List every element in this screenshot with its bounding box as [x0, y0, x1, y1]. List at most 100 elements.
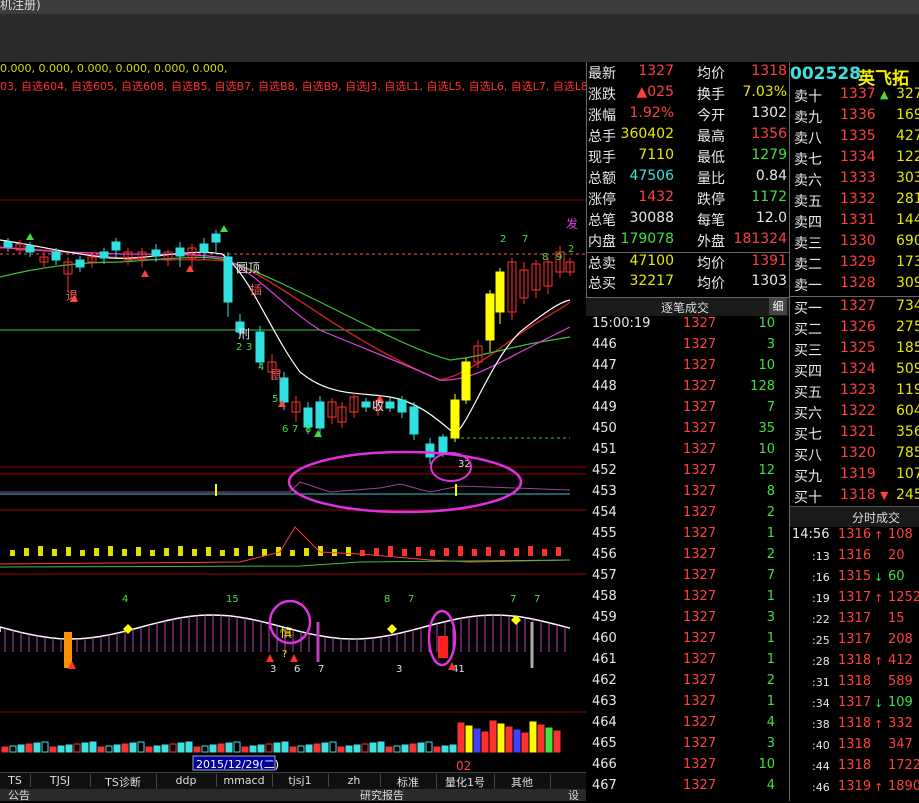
quote-label: 均价 [697, 66, 725, 82]
trade-price: 1327 [683, 778, 717, 793]
annotation-shou: 收 [372, 399, 384, 413]
book-level: 买四 [794, 364, 822, 380]
tab-6[interactable]: zh [328, 774, 381, 787]
book-price: 1334 [840, 149, 876, 165]
macd-bar [150, 550, 155, 556]
volume-bar [169, 743, 177, 753]
kline-chart-panel[interactable]: 0.000, 0.000, 0.000, 0.000, 0.000, 0.000… [0, 62, 586, 772]
tab-2[interactable]: TS诊断 [90, 774, 157, 790]
candle-body [3, 241, 13, 248]
macd-bar [290, 550, 295, 556]
candle-body [315, 401, 325, 429]
trade-row: 459 1327 3 [586, 610, 789, 631]
ma-green-line [0, 256, 571, 361]
macd-bar [206, 547, 211, 556]
trades-list[interactable]: 15:00:19 1327 10 446 1327 3 447 1327 10 448 1327 12… [586, 316, 789, 801]
tab-4[interactable]: mmacd [216, 774, 273, 787]
kline-chart-svg[interactable]: 圆顶插退刑鼠收发慎?2 3456 7 82 78 92324 15 8 7 7 73 6 7 3 41201… [0, 62, 586, 772]
macd-bar [304, 548, 309, 556]
book-price: 1331 [840, 212, 876, 228]
tick-volume: 1722 [888, 758, 919, 773]
trade-price: 1327 [683, 442, 717, 457]
trade-row: 453 1327 8 [586, 484, 789, 505]
tab-5[interactable]: tjsj1 [272, 774, 329, 787]
wave-number-label: 4 [122, 594, 128, 605]
quote-value: 1279 [751, 147, 787, 163]
tab-0[interactable]: TS [0, 774, 31, 787]
book-row: 卖七 1334 122 [790, 149, 919, 170]
trade-time: 466 [592, 757, 617, 772]
volume-bar [377, 741, 385, 753]
tick-time: :44 [812, 760, 830, 773]
volume-bar [113, 744, 121, 753]
tick-time: :31 [812, 676, 830, 689]
detail-button[interactable]: 细 [769, 298, 787, 315]
chart-number-label: 7 [522, 234, 528, 245]
quote-label: 涨停 [588, 192, 616, 208]
candle-body [361, 401, 371, 408]
trade-price: 1327 [683, 694, 717, 709]
book-row: 买九 1319 107 [790, 466, 919, 487]
chart-number-label: 6 [282, 424, 288, 435]
volume-bar [329, 741, 337, 753]
tick-time: :34 [812, 697, 830, 710]
book-quantity: 604 [896, 403, 919, 419]
volume-bar [65, 744, 73, 753]
trade-price: 1327 [683, 610, 717, 625]
candle-body [485, 293, 495, 341]
volume-bar [289, 746, 297, 753]
volume-bar [81, 742, 89, 753]
trade-volume: 1 [766, 589, 775, 604]
trade-volume: 3 [766, 736, 775, 751]
book-level: 卖二 [794, 257, 822, 273]
book-level: 买二 [794, 322, 822, 338]
book-level: 买三 [794, 343, 822, 359]
volume-bar [441, 745, 449, 753]
trade-row: 457 1327 7 [586, 568, 789, 589]
quote-row: 内盘 179078 外盘 181324 [587, 231, 790, 252]
tab-1[interactable]: TJSJ [30, 774, 91, 787]
tick-row: :13 1316 20 [790, 548, 919, 569]
book-level: 卖四 [794, 215, 822, 231]
macd-bar [556, 547, 561, 556]
tick-row: :16 1315 ↓ 60 [790, 569, 919, 590]
quote-row: 涨幅 1.92% 今开 1302 [587, 105, 790, 126]
macd-bar [66, 547, 71, 556]
trade-time: 446 [592, 337, 617, 352]
ticks-list[interactable]: 14:56 1316 ↑ 108:13 1316 20:16 1315 ↓ 60:19 1317 ↑… [789, 527, 919, 801]
trade-time: 451 [592, 442, 617, 457]
tick-price: 1318 [838, 737, 872, 752]
book-price: 1333 [840, 170, 876, 186]
candle-body [99, 251, 109, 259]
tab-3[interactable]: ddp [156, 774, 217, 787]
quote-row: 总买 32217 均价 1303 [587, 273, 790, 294]
signal-arrow-icon [26, 233, 34, 240]
trade-volume: 1 [766, 631, 775, 646]
tab-9[interactable]: 其他 [494, 774, 551, 790]
stock-header: 002528 英飞拓 [789, 62, 919, 89]
annotation-fa: 发 [566, 216, 578, 231]
trade-volume: 12 [758, 463, 775, 478]
volume-bar [145, 746, 153, 753]
trade-price: 1327 [683, 631, 717, 646]
quote-row: 涨跌 ▲025 换手 7.03% [587, 84, 790, 105]
candle-body [75, 259, 85, 268]
quote-row: 最新 1327 均价 1318 [587, 63, 790, 84]
quote-value: ▲025 [636, 84, 675, 100]
book-row: 买四 1324 5098 [790, 361, 919, 382]
book-price: 1335 [840, 128, 876, 144]
volume-bar [33, 742, 41, 753]
macd-bar [108, 546, 113, 556]
tab-8[interactable]: 量化1号 [436, 774, 495, 790]
quote-label: 现手 [588, 150, 616, 166]
book-price: 1319 [840, 466, 876, 482]
signal-arrow-icon [220, 225, 228, 232]
candle-body [199, 243, 209, 253]
book-level: 买五 [794, 385, 822, 401]
volume-bar [401, 744, 409, 753]
quote-value: 32217 [629, 273, 674, 289]
chart-number-label: 8 [542, 252, 548, 263]
book-price: 1330 [840, 233, 876, 249]
volume-bar [473, 728, 481, 753]
book-row: 卖一 1328 309 [790, 275, 919, 296]
